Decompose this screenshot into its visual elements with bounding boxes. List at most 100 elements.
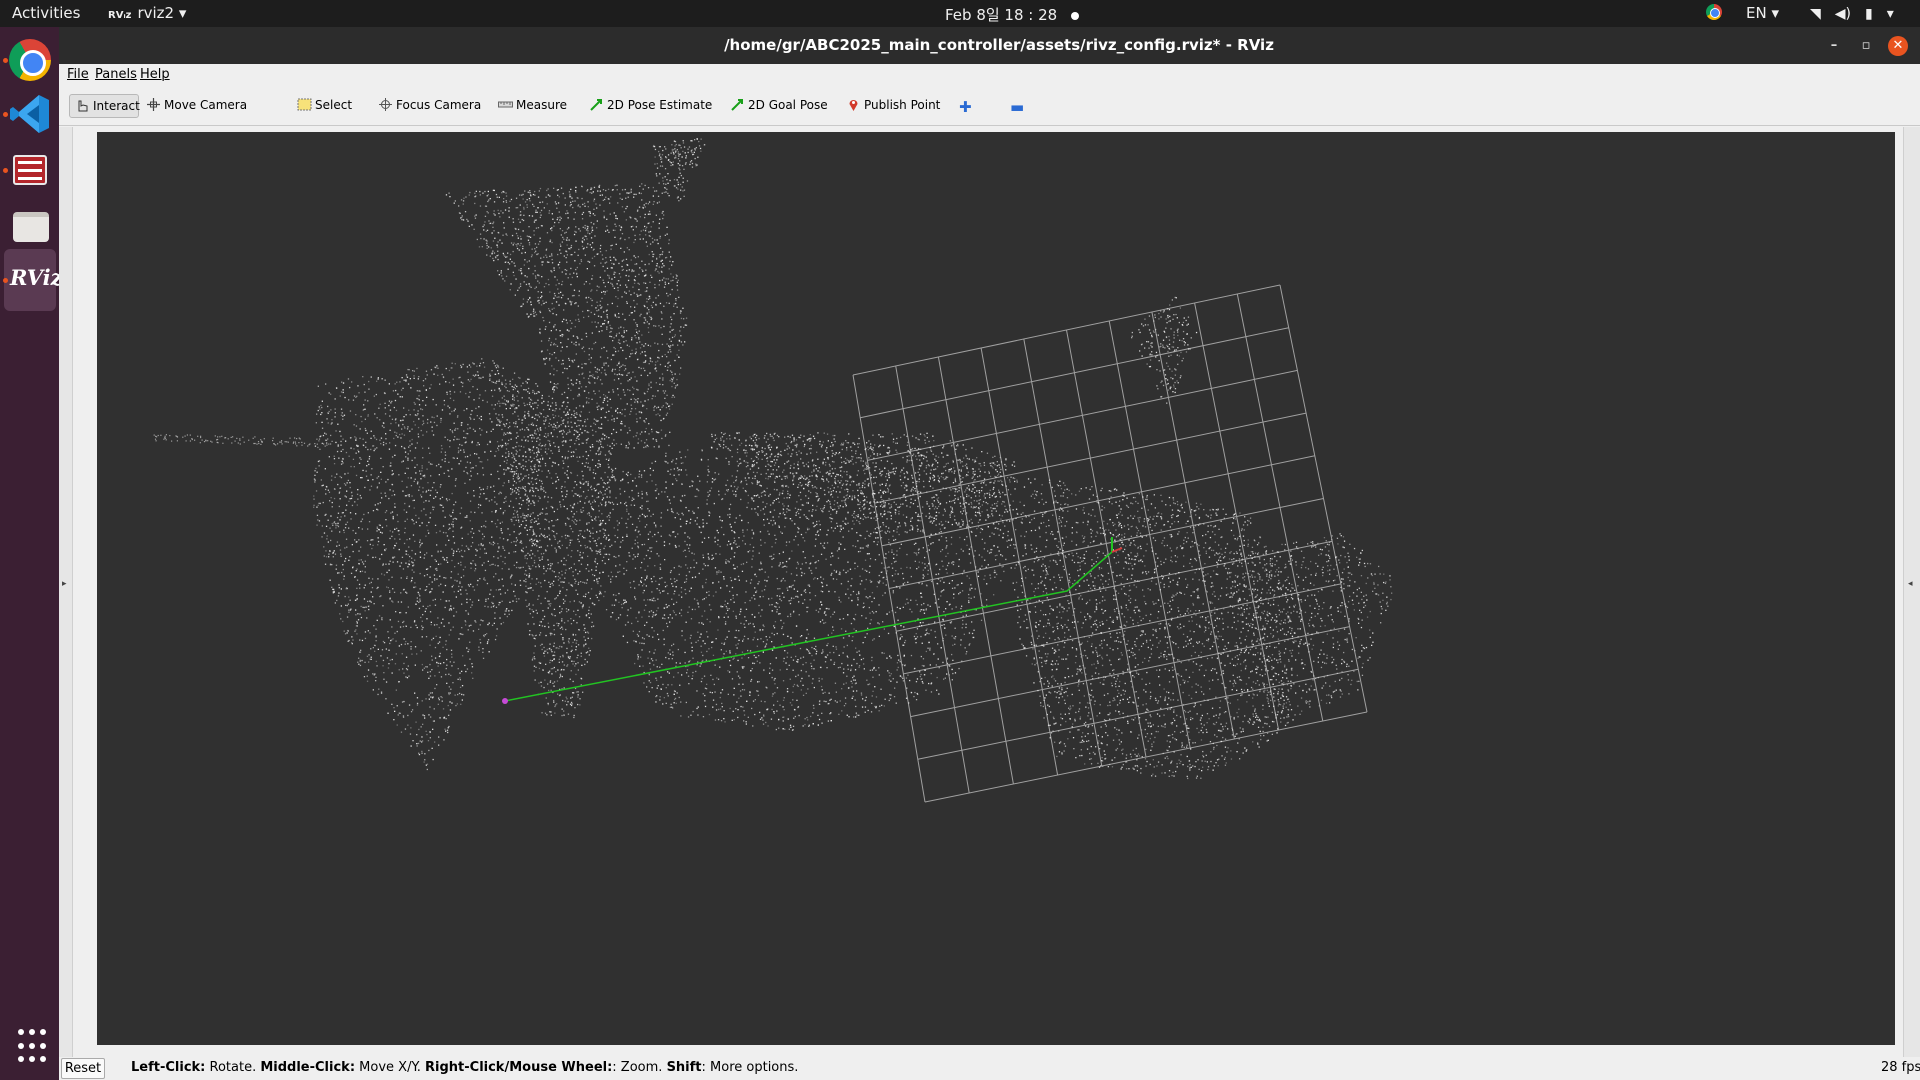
tool-publish-point[interactable]: Publish Point: [841, 94, 945, 118]
cloud-point: [439, 486, 441, 488]
cloud-point: [501, 428, 503, 431]
cloud-point: [530, 301, 532, 303]
cloud-point: [473, 418, 475, 420]
tool-2d-pose-estimate[interactable]: 2D Pose Estimate: [584, 94, 717, 118]
cloud-point: [402, 589, 405, 591]
cloud-point: [616, 283, 618, 285]
cloud-point: [611, 442, 613, 445]
cloud-point: [483, 366, 486, 368]
cloud-point: [549, 291, 551, 293]
cloud-point: [546, 189, 548, 192]
cloud-point: [587, 483, 589, 485]
cloud-point: [568, 191, 571, 193]
cloud-point: [497, 519, 499, 521]
cloud-point: [490, 247, 492, 249]
menu-help[interactable]: Help: [140, 67, 170, 82]
cloud-point: [387, 712, 389, 714]
dock-rviz-app[interactable]: RViz: [4, 249, 63, 311]
cloud-point: [541, 643, 543, 645]
dock-files-app[interactable]: [7, 203, 53, 249]
cloud-point: [396, 432, 398, 434]
cloud-point: [391, 494, 393, 497]
cloud-point: [516, 467, 518, 469]
cloud-point: [566, 610, 568, 613]
tool-interact[interactable]: Interact: [69, 94, 140, 118]
cloud-point: [535, 609, 537, 611]
cloud-point: [324, 468, 326, 470]
tool-focus-camera[interactable]: Focus Camera: [373, 94, 486, 118]
cloud-point: [659, 279, 661, 282]
cloud-point: [555, 329, 557, 331]
remove-tool-button[interactable]: ▬: [1005, 94, 1029, 118]
cloud-point: [577, 654, 579, 656]
cloud-point: [421, 542, 423, 544]
cloud-point: [460, 364, 462, 367]
cloud-point: [589, 233, 591, 235]
cloud-point: [414, 457, 416, 459]
cloud-point: [553, 325, 555, 327]
cloud-point: [427, 740, 430, 742]
cloud-point: [540, 340, 543, 342]
cloud-point: [516, 451, 518, 453]
cloud-point: [466, 455, 469, 458]
cloud-point: [388, 497, 390, 500]
dock-vscode-app[interactable]: [7, 91, 53, 137]
menu-file[interactable]: File: [67, 67, 89, 82]
cloud-point: [433, 421, 436, 424]
cloud-point: [405, 640, 407, 643]
language-indicator[interactable]: EN ▾: [1746, 4, 1779, 22]
activities-button[interactable]: Activities: [12, 4, 80, 22]
cloud-point: [344, 396, 346, 399]
cloud-point: [553, 307, 555, 309]
cloud-point: [431, 555, 433, 557]
tool-2d-goal-pose[interactable]: 2D Goal Pose: [725, 94, 833, 118]
cloud-point: [670, 256, 672, 258]
add-tool-button[interactable]: ✚: [954, 94, 977, 118]
maximize-button[interactable]: ▫: [1856, 36, 1876, 56]
menu-panels[interactable]: Panels: [95, 67, 137, 82]
cloud-point: [659, 363, 662, 366]
cloud-point: [576, 511, 578, 513]
cloud-point: [404, 520, 406, 522]
chrome-tray-icon[interactable]: [1706, 4, 1722, 20]
cloud-point: [472, 386, 474, 388]
cloud-point: [588, 358, 590, 361]
cloud-point: [558, 282, 560, 285]
cloud-point: [563, 309, 565, 311]
cloud-point: [596, 310, 598, 312]
close-button[interactable]: ✕: [1888, 36, 1908, 56]
cloud-point: [621, 265, 623, 268]
app-menu[interactable]: RVᵢᴢ rviz2 ▾: [108, 4, 186, 22]
cloud-point: [372, 510, 375, 512]
tool-measure[interactable]: Measure: [493, 94, 572, 118]
cloud-point: [644, 351, 646, 353]
cloud-point: [421, 467, 423, 469]
cloud-point: [393, 591, 396, 593]
dock-chrome-app[interactable]: [7, 37, 53, 83]
cloud-point: [562, 402, 564, 404]
system-tray[interactable]: ◥ ◀) ▮ ▾: [1810, 4, 1908, 22]
cloud-point: [539, 559, 541, 561]
cloud-point: [407, 467, 409, 470]
cloud-point: [608, 275, 610, 277]
tool-select[interactable]: Select: [292, 94, 357, 118]
dock-terminal-app[interactable]: [7, 147, 53, 193]
cloud-point: [531, 460, 534, 462]
cloud-point: [422, 447, 424, 449]
cloud-point: [516, 470, 518, 472]
clock[interactable]: Feb 8일 18 : 28: [945, 4, 1080, 25]
cloud-point: [483, 578, 485, 580]
cloud-point: [508, 453, 510, 455]
window-titlebar[interactable]: /home/gr/ABC2025_main_controller/assets/…: [59, 27, 1920, 64]
cloud-point: [417, 413, 419, 415]
tool-move-camera[interactable]: Move Camera: [141, 94, 252, 118]
3d-render-viewport[interactable]: [97, 132, 1895, 1045]
left-panel-collapse[interactable]: ▸: [59, 127, 73, 1059]
minimize-button[interactable]: –: [1824, 36, 1844, 56]
cloud-point: [324, 563, 327, 565]
cloud-point: [475, 554, 477, 556]
cloud-point: [562, 359, 564, 362]
cloud-point: [395, 418, 397, 420]
show-applications-icon[interactable]: [18, 1029, 54, 1065]
cloud-point: [430, 369, 433, 371]
